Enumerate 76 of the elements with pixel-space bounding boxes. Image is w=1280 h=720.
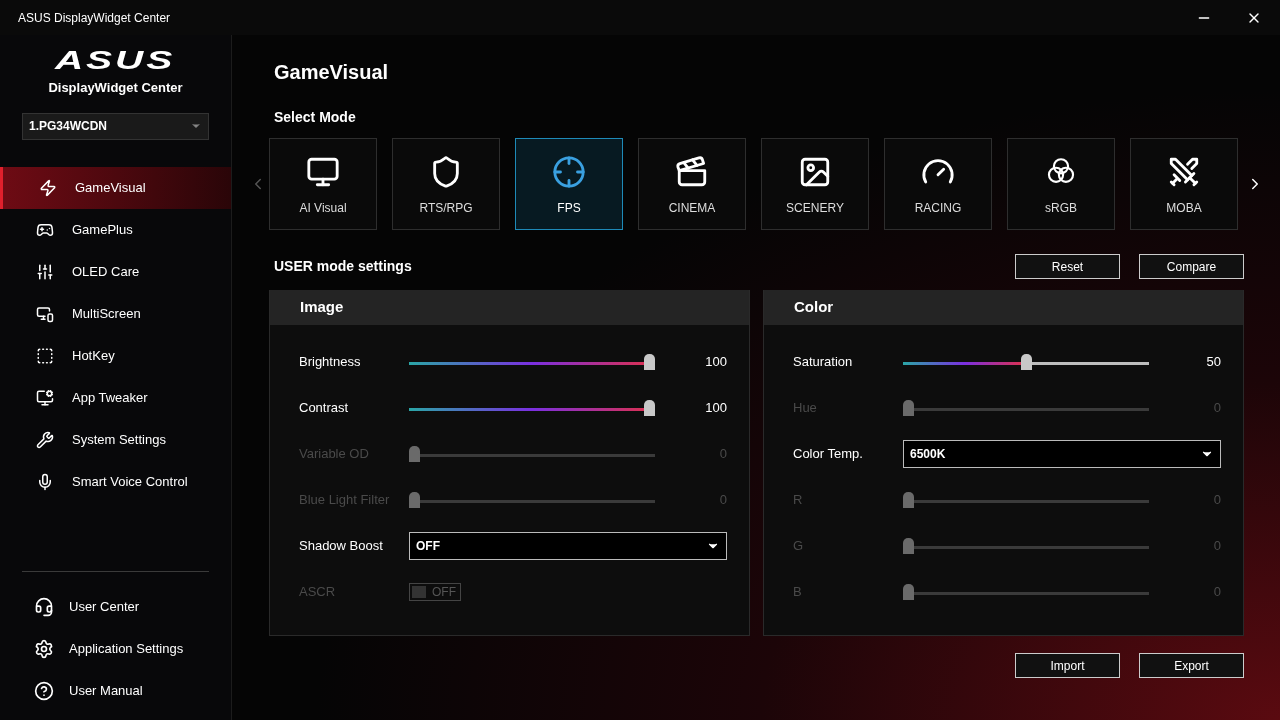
image-icon bbox=[798, 155, 832, 189]
setting-label: Contrast bbox=[299, 399, 350, 418]
nav-item[interactable]: System Settings bbox=[0, 418, 231, 461]
settings-icon bbox=[34, 639, 54, 659]
app-name: DisplayWidget Center bbox=[48, 79, 183, 97]
brand-logo: ASUS bbox=[55, 47, 176, 73]
slider-value: 0 bbox=[1213, 537, 1221, 556]
action-button[interactable]: Compare bbox=[1139, 254, 1244, 279]
nav-item[interactable]: App Tweaker bbox=[0, 376, 231, 419]
setting-label: Hue bbox=[793, 399, 818, 418]
slider[interactable] bbox=[409, 354, 655, 370]
crosshair-icon bbox=[552, 155, 586, 189]
slider-value: 100 bbox=[705, 399, 727, 418]
dropdown[interactable]: 6500K bbox=[903, 440, 1221, 468]
monitor-gear-icon bbox=[36, 388, 54, 407]
nav-item[interactable]: MultiScreen bbox=[0, 292, 231, 335]
lightning-icon bbox=[39, 178, 57, 197]
monitor-dropdown[interactable]: 1.PG34WCDN bbox=[22, 112, 209, 140]
action-button[interactable]: Import bbox=[1015, 653, 1120, 678]
nav-item[interactable]: OLED Care bbox=[0, 250, 231, 293]
wrench-icon bbox=[36, 430, 54, 449]
nav-item[interactable]: User Center bbox=[0, 586, 231, 628]
slider-value: 100 bbox=[705, 353, 727, 372]
window-title: ASUS DisplayWidget Center bbox=[18, 9, 171, 27]
slider-value: 0 bbox=[1213, 583, 1221, 602]
panel-title: Color bbox=[794, 297, 834, 318]
setting-label: Shadow Boost bbox=[299, 537, 384, 556]
action-button[interactable]: Export bbox=[1139, 653, 1244, 678]
slider[interactable] bbox=[409, 400, 655, 416]
nav-item[interactable]: GamePlus bbox=[0, 208, 231, 251]
action-button[interactable]: Reset bbox=[1015, 254, 1120, 279]
slider-thumb[interactable] bbox=[644, 400, 655, 416]
nav-item[interactable]: Application Settings bbox=[0, 628, 231, 670]
mode-tile[interactable]: SCENERY bbox=[761, 138, 869, 230]
setting-label: Blue Light Filter bbox=[299, 491, 391, 510]
setting-label: R bbox=[793, 491, 804, 510]
mode-tile[interactable]: RACING bbox=[884, 138, 992, 230]
nav-item[interactable]: User Manual bbox=[0, 670, 231, 712]
slider-thumb[interactable] bbox=[1020, 354, 1032, 370]
mode-tile[interactable]: AI Visual bbox=[269, 138, 377, 230]
mode-tile[interactable]: MOBA bbox=[1130, 138, 1238, 230]
setting-label: Variable OD bbox=[299, 445, 370, 464]
slider-value: 50 bbox=[1206, 353, 1221, 372]
swords-icon bbox=[1167, 155, 1201, 189]
clapperboard-icon bbox=[675, 155, 709, 189]
setting-label: ASCR bbox=[299, 583, 337, 602]
microphone-icon bbox=[36, 472, 54, 491]
nav-item[interactable]: HotKey bbox=[0, 334, 231, 377]
slider[interactable] bbox=[903, 354, 1149, 370]
square-icon bbox=[36, 346, 54, 365]
slider-value: 0 bbox=[1213, 399, 1221, 418]
setting-label: Color Temp. bbox=[793, 445, 864, 464]
mode-tile[interactable]: sRGB bbox=[1007, 138, 1115, 230]
headset-icon bbox=[34, 597, 54, 617]
setting-label: Brightness bbox=[299, 353, 362, 372]
slider-value: 0 bbox=[719, 445, 727, 464]
nav-item[interactable]: Smart Voice Control bbox=[0, 460, 231, 503]
section-heading: USER mode settings bbox=[274, 257, 412, 276]
setting-label: B bbox=[793, 583, 803, 602]
mode-tile[interactable]: FPS bbox=[515, 138, 623, 230]
sliders-icon bbox=[36, 262, 54, 281]
help-icon bbox=[34, 681, 54, 701]
setting-label: G bbox=[793, 537, 805, 556]
dropdown[interactable]: OFF bbox=[409, 532, 727, 560]
monitor-icon bbox=[36, 304, 54, 323]
nav-item[interactable]: GameVisual bbox=[0, 166, 231, 209]
monitor-icon bbox=[306, 155, 340, 189]
slider-thumb[interactable] bbox=[644, 354, 655, 370]
slider-value: 0 bbox=[719, 491, 727, 510]
section-heading: Select Mode bbox=[274, 108, 357, 127]
slider-value: 0 bbox=[1213, 491, 1221, 510]
panel-title: Image bbox=[300, 297, 344, 318]
page-title: GameVisual bbox=[274, 60, 390, 85]
setting-label: Saturation bbox=[793, 353, 854, 372]
mode-tile[interactable]: CINEMA bbox=[638, 138, 746, 230]
mode-tile[interactable]: RTS/RPG bbox=[392, 138, 500, 230]
